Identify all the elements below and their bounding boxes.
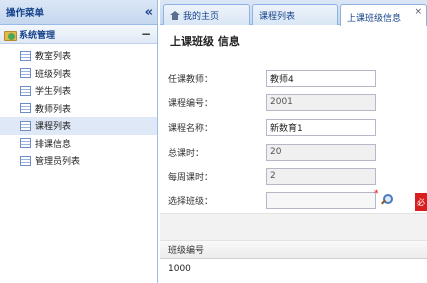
required-badge[interactable]: 必 [415,193,427,211]
field-label: 总课时： [168,148,205,159]
course-name-field[interactable]: 新数育1 [266,118,376,136]
close-tab-icon[interactable]: × [414,7,422,17]
sidebar-item-classrooms[interactable]: 教室列表 [0,47,157,65]
table-icon [20,68,31,79]
table-icon [20,120,31,131]
field-label: 每周课时： [168,172,214,183]
sidebar-item-classes[interactable]: 班级列表 [0,65,157,83]
sidebar-header: 操作菜单 « [0,0,157,25]
tab-bar: 我的主页 课程列表 × 上课班级信息 [160,0,427,26]
form-row-total-hours: 总课时： 20 [168,141,427,163]
sidebar-item-schedule[interactable]: 排课信息 [0,135,157,153]
sidebar: 操作菜单 « 系统管理 − 教室列表 班级列表 学生列表 教师列表 课程列表 排… [0,0,158,283]
total-hours-field[interactable]: 20 [266,143,376,161]
form-row-select-class: 选择班级： * [168,189,427,211]
page-title: 上课班级 信息 [170,35,240,48]
table-icon [20,155,31,166]
form-row-teacher: 任课教师： 教师4 [168,67,427,89]
tab-content: 上课班级 信息 任课教师： 教师4 课程编号： 2001 课程名称： 新数育1 … [160,26,427,283]
sidebar-item-courses[interactable]: 课程列表 [0,117,157,135]
table-icon [20,85,31,96]
table-cell: 1000 [168,264,191,274]
grid-header: 班级编号 [160,241,427,259]
form-row-course-number: 课程编号： 2001 [168,91,427,113]
sidebar-item-teachers[interactable]: 教师列表 [0,100,157,118]
table-icon [20,138,31,149]
teacher-field[interactable]: 教师4 [266,69,376,87]
field-label: 选择班级： [168,196,214,207]
column-header-class-number[interactable]: 班级编号 [168,243,204,256]
table-icon [20,103,31,114]
weekly-hours-field[interactable]: 2 [266,167,376,185]
field-label: 课程编号： [168,98,214,109]
menu-group-label: 系统管理 [19,30,56,41]
sidebar-item-admins[interactable]: 管理员列表 [0,152,157,170]
field-label: 任课教师： [168,74,214,85]
field-label: 课程名称： [168,123,214,134]
search-icon[interactable] [380,194,393,206]
sidebar-menu: 教室列表 班级列表 学生列表 教师列表 课程列表 排课信息 管理员列表 [0,44,157,170]
collapse-sidebar-icon[interactable]: « [145,6,153,19]
tab-course-list[interactable]: 课程列表 [252,4,338,25]
collapse-group-icon[interactable]: − [141,28,151,40]
toolbar-band [160,213,427,241]
sidebar-title: 操作菜单 [6,8,45,19]
tab-home[interactable]: 我的主页 [163,4,250,25]
table-row[interactable]: 1000 [160,260,427,278]
select-class-field[interactable] [266,191,376,209]
menu-group-system[interactable]: 系统管理 − [0,25,157,44]
folder-icon [4,29,17,41]
form-row-course-name: 课程名称： 新数育1 [168,116,427,138]
tab-class-info[interactable]: × 上课班级信息 [340,4,427,26]
required-mark: * [374,189,379,199]
home-icon [170,10,180,20]
form-row-weekly-hours: 每周课时： 2 [168,165,427,187]
sidebar-item-students[interactable]: 学生列表 [0,82,157,100]
main-panel: 我的主页 课程列表 × 上课班级信息 上课班级 信息 任课教师： 教师4 课程编… [160,0,427,283]
table-icon [20,50,31,61]
course-number-field[interactable]: 2001 [266,93,376,111]
